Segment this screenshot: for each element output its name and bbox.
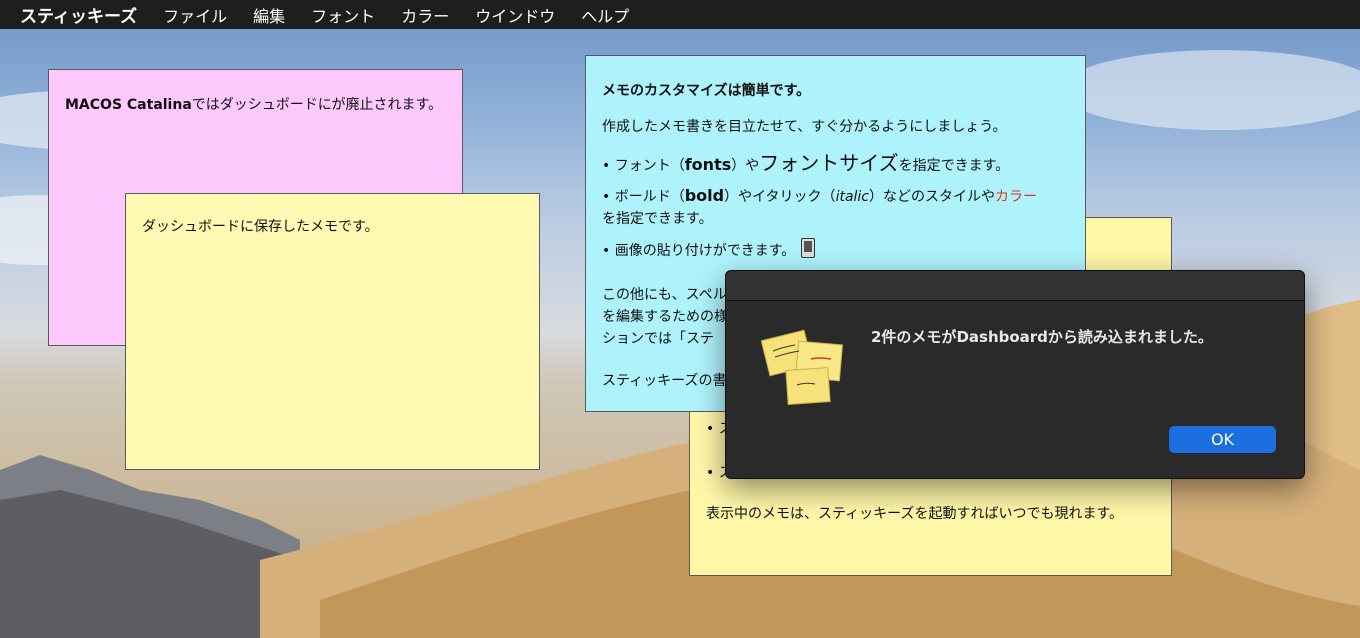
note-footer-text: 表示中のメモは、スティッキーズを起動すればいつでも現れます。 — [706, 506, 1124, 522]
note-text: ではダッシュボードにが廃止されます。 — [191, 97, 443, 113]
dialog-titlebar — [726, 271, 1304, 301]
note-bullet-images: • 画像の貼り付けができます。 — [602, 238, 1069, 262]
menu-bar: スティッキーズ ファイル 編集 フォント カラー ウインドウ ヘルプ — [0, 0, 1360, 29]
note-intro: 作成したメモ書きを目立たせて、すぐ分かるようにしましょう。 — [602, 119, 1007, 135]
menu-window[interactable]: ウインドウ — [475, 3, 555, 27]
import-alert-dialog: 2件のメモがDashboardから読み込まれました。 OK — [725, 270, 1305, 479]
menu-app-name[interactable]: スティッキーズ — [20, 2, 137, 27]
menu-color[interactable]: カラー — [401, 3, 449, 27]
ok-button[interactable]: OK — [1169, 426, 1276, 453]
menu-file[interactable]: ファイル — [163, 3, 227, 27]
menu-edit[interactable]: 編集 — [253, 3, 285, 27]
note-bullet-fonts: • フォント（fonts）やフォントサイズを指定できます。 — [602, 151, 1010, 175]
sticky-note-yellow-front[interactable]: ダッシュボードに保存したメモです。 — [125, 193, 540, 470]
dialog-message: 2件のメモがDashboardから読み込まれました。 — [871, 328, 1213, 346]
stickies-app-icon — [761, 329, 844, 405]
note-bold-text: MACOS Catalina — [65, 97, 192, 113]
phone-icon — [801, 238, 816, 258]
note-bullet-styles: • ボールド（bold）やイタリック（italic）などのスタイルやカラー を指定… — [602, 186, 1037, 227]
menu-help[interactable]: ヘルプ — [581, 3, 629, 27]
note-heading: メモのカスタマイズは簡単です。 — [602, 83, 811, 99]
note-text: ダッシュボードに保存したメモです。 — [142, 219, 379, 235]
menu-font[interactable]: フォント — [311, 3, 375, 27]
